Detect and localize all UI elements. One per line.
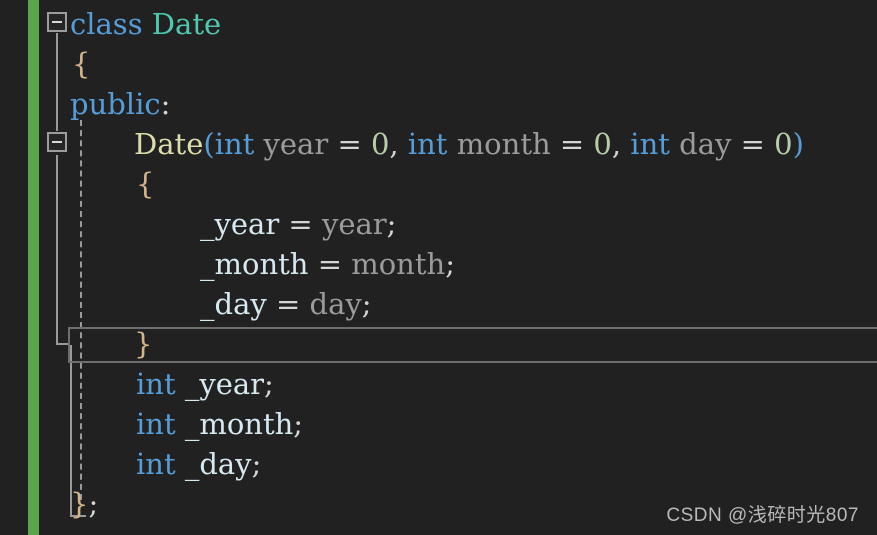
code-token: day — [679, 127, 732, 161]
code-token: = — [275, 287, 301, 321]
code-line[interactable]: _month = month; — [200, 244, 455, 284]
code-token: class — [70, 7, 143, 41]
code-token: int — [407, 127, 448, 161]
code-token: = — [288, 207, 313, 241]
code-token: _month — [200, 247, 309, 281]
code-token: = — [337, 127, 362, 161]
code-token: ; — [386, 207, 397, 241]
code-line[interactable]: class Date — [70, 4, 221, 44]
code-token: public — [70, 87, 161, 121]
code-token: _day — [200, 287, 267, 321]
code-token: ; — [361, 287, 372, 321]
code-token: ; — [251, 447, 262, 481]
code-token: 0 — [774, 127, 793, 161]
csdn-watermark: CSDN @浅碎时光807 — [666, 505, 859, 526]
code-token: = — [740, 127, 765, 161]
code-editor-canvas: class Date{public: Date(int year = 0, int… — [0, 0, 877, 535]
code-token: } — [70, 487, 89, 521]
code-token: = — [317, 247, 342, 281]
code-token: year — [263, 127, 329, 161]
code-token: { — [136, 167, 155, 201]
code-token: 0 — [370, 127, 390, 161]
code-line[interactable]: int _year; — [136, 364, 274, 404]
code-token: 0 — [593, 127, 612, 161]
code-token: month — [456, 127, 551, 161]
code-token: _year — [184, 367, 265, 401]
code-token: day — [309, 287, 362, 321]
code-token: int — [630, 127, 670, 161]
code-line[interactable]: { — [72, 44, 90, 84]
code-token: ; — [293, 407, 304, 441]
code-token: , — [389, 127, 399, 161]
code-line[interactable]: { — [136, 164, 154, 204]
code-text-layer[interactable]: class Date{public: Date(int year = 0, int… — [0, 0, 877, 535]
code-line[interactable]: int _day; — [136, 444, 261, 484]
code-token: int — [136, 447, 176, 481]
code-token: : — [160, 87, 171, 121]
code-token: { — [72, 47, 91, 81]
code-token: ; — [264, 367, 274, 401]
code-token: _month — [184, 407, 294, 441]
code-token: ; — [88, 487, 99, 521]
code-line[interactable]: }; — [70, 484, 98, 524]
code-token: int — [214, 127, 255, 161]
code-token: year — [321, 207, 387, 241]
code-token: _day — [184, 447, 252, 481]
code-token: ; — [445, 247, 455, 281]
code-token: } — [134, 327, 153, 361]
code-line[interactable]: _year = year; — [200, 204, 396, 244]
code-line[interactable]: } — [134, 324, 152, 364]
code-token: int — [136, 367, 176, 401]
code-token: ( — [203, 127, 215, 161]
code-line[interactable]: _day = day; — [200, 284, 372, 324]
code-token: int — [136, 407, 176, 441]
code-token: Date — [134, 127, 204, 161]
code-token: ) — [792, 127, 804, 161]
code-token: Date — [151, 7, 222, 41]
code-line[interactable]: Date(int year = 0, int month = 0, int da… — [134, 124, 804, 164]
code-token: month — [351, 247, 446, 281]
code-token: _year — [200, 207, 280, 241]
code-token: , — [611, 127, 622, 161]
code-token: = — [559, 127, 585, 161]
code-line[interactable]: public: — [70, 84, 170, 124]
code-line[interactable]: int _month; — [136, 404, 303, 444]
